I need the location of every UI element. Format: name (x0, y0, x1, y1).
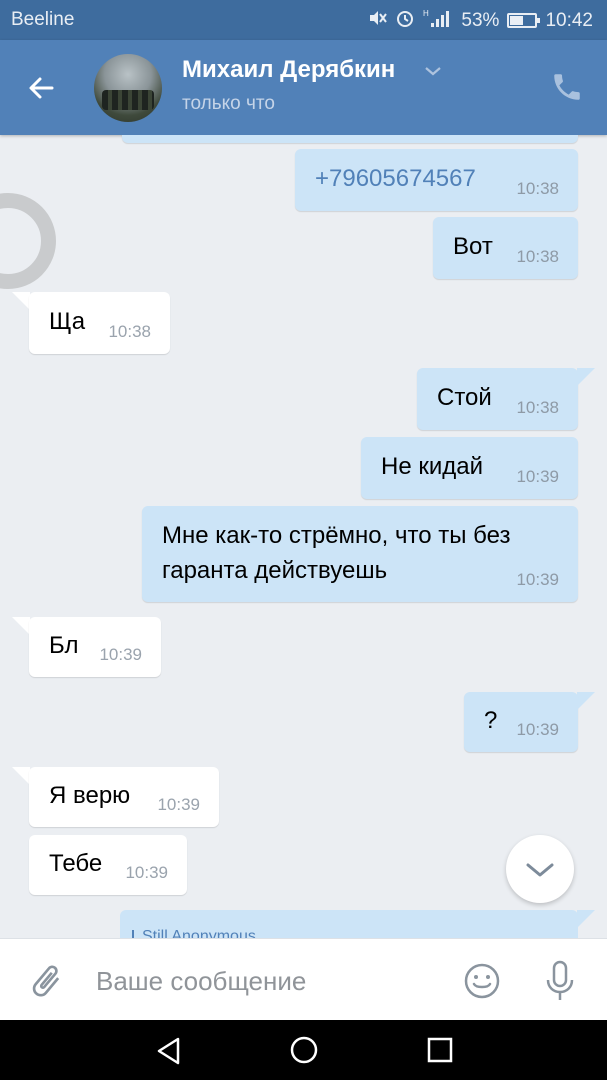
message-list[interactable]: +79605674567 10:38 Вот 10:38 Ща 10:38 Ст… (0, 135, 607, 938)
message-bubble-in[interactable]: Я верю 10:39 (29, 767, 219, 827)
back-button[interactable] (22, 68, 62, 108)
nav-recents-button[interactable] (424, 1034, 456, 1066)
nav-back-button[interactable] (152, 1034, 186, 1068)
bubble-tail (577, 910, 595, 928)
avatar[interactable] (94, 54, 162, 122)
nav-home-button[interactable] (288, 1034, 320, 1066)
message-time: 10:39 (157, 795, 200, 814)
message-bubble-in[interactable]: Тебе 10:39 (29, 835, 187, 895)
message-text-line2: гаранта действуешь (162, 557, 388, 584)
microphone-icon (546, 960, 574, 1000)
message-bubble-out[interactable]: Стой 10:38 (417, 368, 578, 430)
bubble-tail (12, 767, 30, 785)
bubble-tail (12, 617, 30, 635)
battery-icon (507, 13, 541, 28)
message-time: 10:39 (516, 720, 559, 739)
paperclip-icon (32, 965, 60, 997)
chevron-down-icon[interactable] (424, 64, 442, 82)
battery-percent: 53% (461, 9, 500, 31)
contact-name[interactable]: Михаил Дерябкин (182, 56, 395, 84)
clock: 10:42 (545, 9, 593, 31)
alarm-icon (395, 8, 415, 33)
message-text: Тебе (49, 850, 103, 877)
message-time: 10:39 (125, 863, 168, 882)
bubble-tail (577, 692, 595, 710)
message-time: 10:38 (516, 247, 559, 266)
message-bubble-in[interactable]: Ща 10:38 (29, 292, 170, 354)
chat-header: Михаил Дерябкин только что (0, 40, 607, 135)
message-bubble-out[interactable]: +79605674567 10:38 (295, 149, 578, 211)
bubble-tail (577, 368, 595, 386)
mute-icon (367, 8, 388, 33)
message-text: Мне как-то стрёмно, что ты без (162, 522, 511, 549)
carrier-name: Beeline (11, 9, 75, 30)
smiley-icon (464, 963, 500, 999)
message-bubble-out[interactable]: Не кидай 10:39 (361, 437, 578, 499)
chevron-down-icon (526, 863, 554, 877)
system-nav-bar (0, 1020, 607, 1080)
call-button[interactable] (550, 70, 584, 104)
phone-link[interactable]: +79605674567 (315, 161, 476, 197)
forwarded-author: Still Anonymous (142, 928, 256, 938)
phone-icon (554, 74, 580, 100)
arrow-left-icon (29, 77, 54, 99)
network-type: H (423, 9, 429, 18)
loading-spinner (0, 193, 56, 289)
message-text: Стой (437, 384, 492, 411)
scroll-down-button[interactable] (506, 835, 574, 903)
square-recents-icon (427, 1037, 453, 1063)
message-time: 10:39 (516, 467, 559, 486)
message-text: Не кидай (381, 453, 484, 480)
message-time: 10:39 (516, 570, 559, 589)
message-bubble-partial (122, 135, 578, 143)
message-time: 10:38 (108, 322, 151, 341)
mic-button[interactable] (540, 959, 580, 1003)
reply-bar (132, 930, 134, 938)
message-bubble-out[interactable]: Мне как-то стрёмно, что ты без гаранта д… (142, 506, 578, 602)
status-bar: Beeline H 53% 10:42 (0, 0, 607, 40)
message-time: 10:38 (516, 179, 559, 198)
message-bubble-out[interactable]: Вот 10:38 (433, 217, 578, 279)
contact-status: только что (182, 93, 275, 114)
emoji-button[interactable] (462, 961, 502, 1001)
message-text: Ща (49, 308, 86, 335)
message-text: ? (484, 707, 498, 734)
message-time: 10:39 (99, 645, 142, 664)
message-input[interactable] (96, 959, 436, 1003)
message-bubble-out[interactable]: ? 10:39 (464, 692, 578, 752)
message-time: 10:38 (516, 398, 559, 417)
forwarded-message-peek[interactable]: Still Anonymous (120, 910, 578, 938)
message-text: Бл (49, 632, 79, 659)
circle-home-icon (290, 1036, 318, 1064)
signal-icon: H (423, 8, 453, 33)
message-text: Я верю (49, 782, 131, 809)
attach-button[interactable] (26, 961, 66, 1001)
message-text: Вот (453, 233, 493, 260)
bubble-tail (12, 292, 30, 310)
triangle-back-icon (157, 1037, 180, 1065)
message-bubble-in[interactable]: Бл 10:39 (29, 617, 161, 677)
message-composer (0, 938, 607, 1020)
